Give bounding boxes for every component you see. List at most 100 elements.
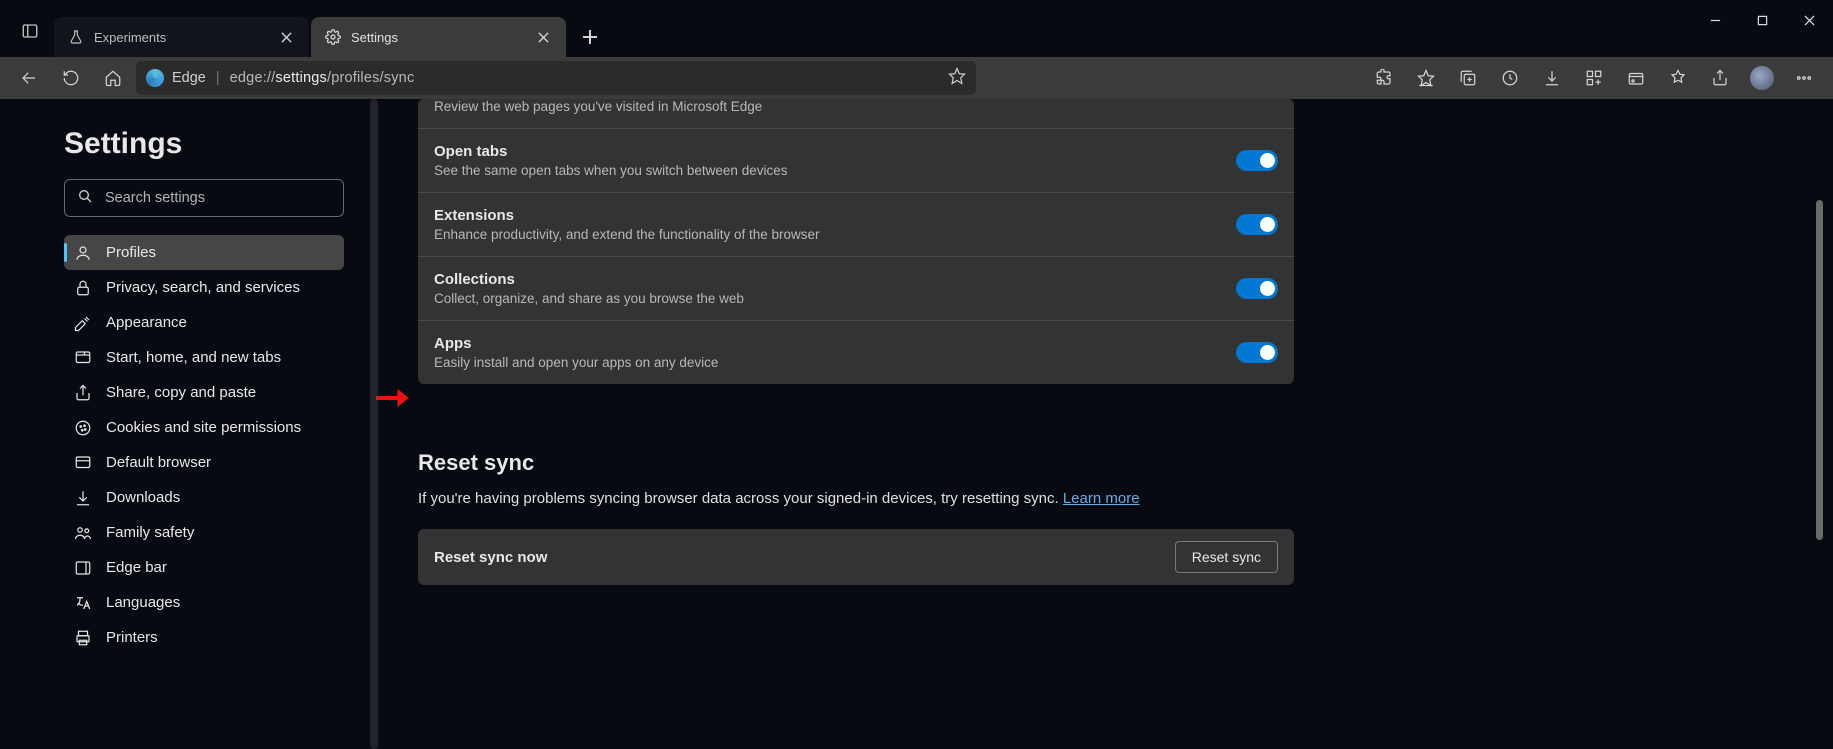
nav-label: Appearance <box>106 314 187 331</box>
nav-label: Profiles <box>106 244 156 261</box>
nav-label: Cookies and site permissions <box>106 419 301 436</box>
sync-row-apps: Apps Easily install and open your apps o… <box>418 320 1294 384</box>
search-icon <box>77 188 93 209</box>
row-title: Collections <box>434 271 1236 288</box>
scroll-region[interactable]: Review the web pages you've visited in M… <box>368 99 1825 749</box>
toggle-open-tabs[interactable] <box>1236 150 1278 171</box>
toolbar: Edge | edge://settings/profiles/sync <box>0 57 1833 99</box>
nav-label: Default browser <box>106 454 211 471</box>
nav-label: Printers <box>106 629 158 646</box>
close-window-button[interactable] <box>1786 0 1833 40</box>
nav-profiles[interactable]: Profiles <box>64 235 344 270</box>
settings-main: Review the web pages you've visited in M… <box>368 99 1825 749</box>
tab-title: Settings <box>351 30 520 45</box>
home-button[interactable] <box>94 61 132 95</box>
reset-sync-button[interactable]: Reset sync <box>1175 541 1278 573</box>
edge-logo-icon <box>146 69 164 87</box>
titlebar: Experiments Settings <box>0 0 1833 57</box>
window-controls <box>1692 0 1833 57</box>
toggle-apps[interactable] <box>1236 342 1278 363</box>
row-desc: See the same open tabs when you switch b… <box>434 163 1236 178</box>
sync-options-card: Review the web pages you've visited in M… <box>418 99 1294 384</box>
reset-heading: Reset sync <box>418 450 1294 476</box>
apps-button[interactable] <box>1575 61 1613 95</box>
search-settings[interactable] <box>64 179 344 217</box>
nav-cookies[interactable]: Cookies and site permissions <box>64 410 344 445</box>
nav-label: Languages <box>106 594 180 611</box>
nav-family[interactable]: Family safety <box>64 515 344 550</box>
extensions-button[interactable] <box>1365 61 1403 95</box>
search-input[interactable] <box>105 190 331 206</box>
tab-title: Experiments <box>94 30 263 45</box>
nav-default-browser[interactable]: Default browser <box>64 445 344 480</box>
nav-share[interactable]: Share, copy and paste <box>64 375 344 410</box>
tab-experiments[interactable]: Experiments <box>54 17 309 57</box>
toggle-collections[interactable] <box>1236 278 1278 299</box>
nav-edgebar[interactable]: Edge bar <box>64 550 344 585</box>
reset-sync-section: Reset sync If you're having problems syn… <box>418 450 1294 585</box>
sync-row-history: Review the web pages you've visited in M… <box>418 99 1294 128</box>
favorite-star-icon[interactable] <box>948 67 966 89</box>
tab-actions-button[interactable] <box>6 7 54 55</box>
nav-appearance[interactable]: Appearance <box>64 305 344 340</box>
row-title: Apps <box>434 335 1236 352</box>
page-title: Settings <box>64 127 344 161</box>
row-title: Open tabs <box>434 143 1236 160</box>
reset-text: If you're having problems syncing browse… <box>418 490 1294 507</box>
performance-button[interactable] <box>1659 61 1697 95</box>
tab-close-button[interactable] <box>273 24 299 50</box>
nav-label: Privacy, search, and services <box>106 279 300 296</box>
nav-languages[interactable]: Languages <box>64 585 344 620</box>
reset-row-label: Reset sync now <box>434 549 1175 566</box>
row-desc: Collect, organize, and share as you brow… <box>434 291 1236 306</box>
refresh-button[interactable] <box>52 61 90 95</box>
address-bar[interactable]: Edge | edge://settings/profiles/sync <box>136 61 976 95</box>
minimize-button[interactable] <box>1692 0 1739 40</box>
separator: | <box>216 70 220 86</box>
nav-start[interactable]: Start, home, and new tabs <box>64 340 344 375</box>
nav-label: Share, copy and paste <box>106 384 256 401</box>
downloads-button[interactable] <box>1533 61 1571 95</box>
url-text: edge://settings/profiles/sync <box>230 70 415 86</box>
new-tab-button[interactable] <box>572 19 608 55</box>
row-desc: Enhance productivity, and extend the fun… <box>434 227 1236 242</box>
profile-button[interactable] <box>1743 61 1781 95</box>
nav-privacy[interactable]: Privacy, search, and services <box>64 270 344 305</box>
sync-row-collections: Collections Collect, organize, and share… <box>418 256 1294 320</box>
site-identity[interactable]: Edge <box>146 69 206 87</box>
tab-close-button[interactable] <box>530 24 556 50</box>
more-button[interactable] <box>1785 61 1823 95</box>
favorites-button[interactable] <box>1407 61 1445 95</box>
maximize-button[interactable] <box>1739 0 1786 40</box>
sync-row-extensions: Extensions Enhance productivity, and ext… <box>418 192 1294 256</box>
tab-settings[interactable]: Settings <box>311 17 566 57</box>
row-title: Extensions <box>434 207 1236 224</box>
row-desc: Review the web pages you've visited in M… <box>434 99 1278 114</box>
learn-more-link[interactable]: Learn more <box>1063 490 1140 507</box>
toggle-extensions[interactable] <box>1236 214 1278 235</box>
share-button[interactable] <box>1701 61 1739 95</box>
tools-button[interactable] <box>1617 61 1655 95</box>
back-button[interactable] <box>10 61 48 95</box>
sync-row-open-tabs: Open tabs See the same open tabs when yo… <box>418 128 1294 192</box>
main-scrollbar[interactable] <box>1816 200 1823 540</box>
nav-downloads[interactable]: Downloads <box>64 480 344 515</box>
settings-sidebar: Settings Profiles Privacy, search, and s… <box>8 99 368 749</box>
annotation-arrow-icon <box>374 387 408 414</box>
nav-label: Downloads <box>106 489 180 506</box>
nav-label: Start, home, and new tabs <box>106 349 281 366</box>
settings-content: Settings Profiles Privacy, search, and s… <box>8 99 1825 749</box>
settings-nav: Profiles Privacy, search, and services A… <box>64 235 344 655</box>
row-desc: Easily install and open your apps on any… <box>434 355 1236 370</box>
nav-label: Edge bar <box>106 559 167 576</box>
reset-card: Reset sync now Reset sync <box>418 529 1294 585</box>
avatar <box>1750 66 1774 90</box>
collections-button[interactable] <box>1449 61 1487 95</box>
nav-printers[interactable]: Printers <box>64 620 344 655</box>
nav-label: Family safety <box>106 524 194 541</box>
flask-icon <box>68 29 84 45</box>
sidebar-scrollbar[interactable] <box>370 99 378 749</box>
gear-icon <box>325 29 341 45</box>
history-button[interactable] <box>1491 61 1529 95</box>
product-label: Edge <box>172 70 206 86</box>
